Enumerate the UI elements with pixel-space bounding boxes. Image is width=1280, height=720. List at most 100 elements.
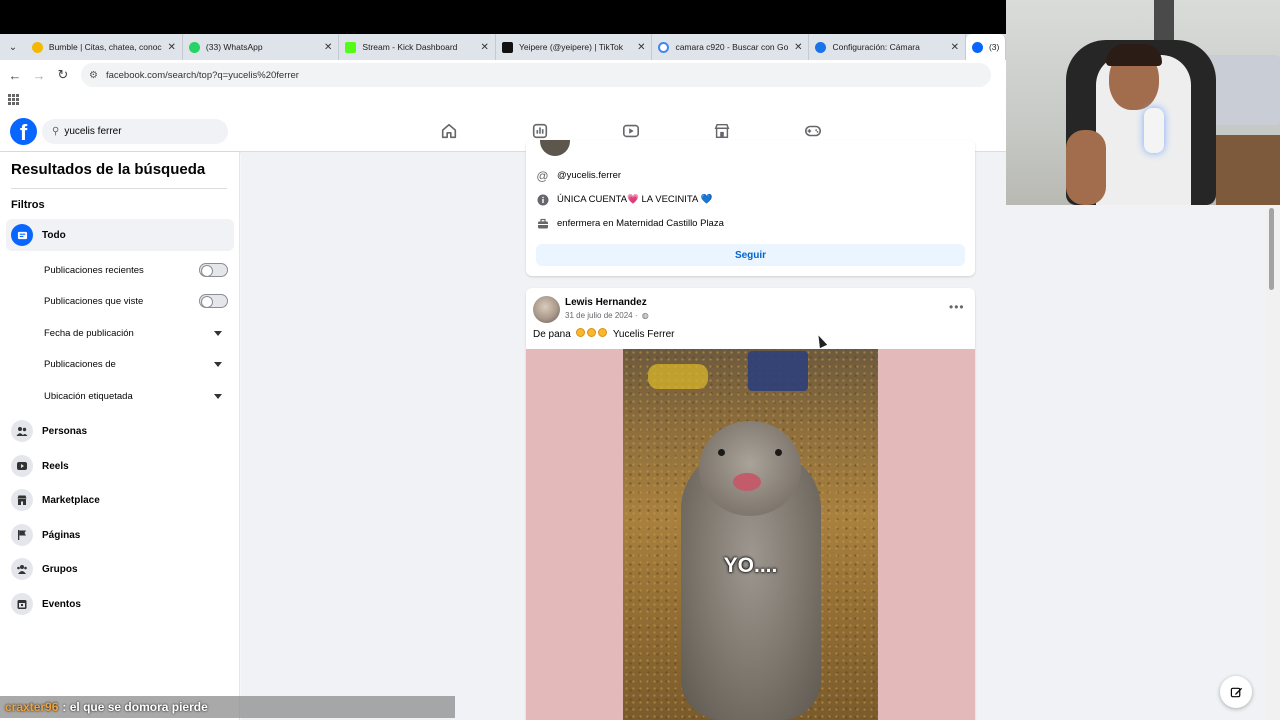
new-message-button[interactable]: [1220, 676, 1252, 708]
more-options-icon[interactable]: •••: [949, 300, 965, 314]
compose-icon: [1230, 687, 1242, 697]
search-input[interactable]: [64, 126, 215, 137]
tab-title: camara c920 - Buscar con Goo: [675, 42, 789, 52]
video-background-object: [648, 364, 708, 389]
category-label: Grupos: [42, 563, 78, 575]
profile-work-row: enfermera en Maternidad Castillo Plaza: [536, 217, 724, 230]
reels-icon: [11, 455, 33, 477]
post-card: Lewis Hernandez 31 de julio de 2024 · ◍ …: [526, 288, 975, 720]
filter-tagged-location[interactable]: Ubicación etiquetada: [44, 391, 133, 402]
home-icon[interactable]: [440, 122, 458, 140]
feeds-icon[interactable]: [531, 122, 549, 140]
chevron-down-icon[interactable]: [214, 394, 222, 399]
browser-tab-active[interactable]: (3) y: [965, 34, 1006, 60]
url-bar[interactable]: ⚙ facebook.com/search/top?q=yucelis%20fe…: [81, 63, 991, 87]
category-label: Personas: [42, 425, 88, 437]
screen: ⌄ Bumble | Citas, chatea, conoce ✕ (33) …: [0, 0, 1280, 720]
tagged-user[interactable]: Yucelis Ferrer: [613, 329, 675, 340]
category-people[interactable]: Personas: [11, 420, 231, 442]
forward-arrow-icon[interactable]: →: [27, 68, 51, 83]
scrollbar-thumb[interactable]: [1269, 208, 1274, 290]
marketplace-icon: [11, 489, 33, 511]
all-results-icon: [11, 224, 33, 246]
category-reels[interactable]: Reels: [11, 455, 231, 477]
category-label: Reels: [42, 460, 69, 472]
profile-result-card: @ @yucelis.ferrer ÚNICA CUENTA💗 LA VECIN…: [526, 140, 975, 276]
settings-gear-icon: [815, 41, 827, 53]
post-text: De pana Yucelis Ferrer: [533, 328, 675, 340]
prairie-dog-eye: [718, 449, 725, 456]
calendar-icon: [11, 593, 33, 615]
google-favicon-icon: [658, 41, 670, 53]
chevron-down-icon[interactable]: [214, 362, 222, 367]
people-icon: [11, 420, 33, 442]
profile-avatar[interactable]: [540, 140, 570, 156]
tab-close-icon[interactable]: ✕: [951, 42, 959, 53]
filter-date-posted[interactable]: Fecha de publicación: [44, 328, 134, 339]
category-pages[interactable]: Páginas: [11, 524, 231, 546]
tab-search-button[interactable]: ⌄: [0, 34, 26, 60]
author-avatar[interactable]: [533, 296, 560, 323]
tab-close-icon[interactable]: ✕: [637, 42, 645, 53]
seen-posts-toggle[interactable]: [199, 294, 228, 308]
category-label: Eventos: [42, 598, 81, 610]
heart-eyes-emoji-icon: [586, 328, 596, 337]
reload-icon[interactable]: ↻: [51, 67, 75, 83]
profile-handle-row: @ @yucelis.ferrer: [536, 168, 621, 183]
filter-all-label: Todo: [42, 229, 66, 241]
video-caption: YO....: [723, 554, 778, 577]
tab-title: Yeipere (@yeipere) | TikTok: [518, 42, 624, 52]
url-text[interactable]: facebook.com/search/top?q=yucelis%20ferr…: [106, 70, 299, 81]
tab-close-icon[interactable]: ✕: [794, 42, 802, 53]
video-icon[interactable]: [622, 122, 640, 140]
globe-icon: ◍: [641, 311, 649, 320]
at-sign-icon: @: [536, 168, 549, 183]
tab-close-icon[interactable]: ✕: [168, 42, 176, 53]
recent-posts-toggle[interactable]: [199, 263, 228, 277]
laughing-emoji-icon: [575, 328, 585, 337]
prairie-dog-head: [699, 421, 801, 516]
facebook-logo-icon[interactable]: f: [10, 118, 37, 145]
search-box[interactable]: ⚲: [42, 119, 228, 144]
video-frame[interactable]: YO....: [623, 349, 878, 720]
filter-all[interactable]: Todo: [6, 219, 234, 251]
follow-button[interactable]: Seguir: [536, 244, 965, 266]
heart-eyes-emoji-icon: [597, 328, 607, 337]
browser-tab[interactable]: Configuración: Cámara ✕: [809, 34, 966, 60]
profile-work: enfermera en Maternidad Castillo Plaza: [557, 218, 724, 229]
category-events[interactable]: Eventos: [11, 593, 231, 615]
filters-heading: Filtros: [11, 199, 45, 211]
filter-posts-from[interactable]: Publicaciones de: [44, 359, 116, 370]
profile-bio: ÚNICA CUENTA💗 LA VECINITA 💙: [557, 194, 713, 205]
page-title: Resultados de la búsqueda: [11, 161, 206, 178]
tiktok-favicon-icon: [501, 41, 513, 53]
post-date[interactable]: 31 de julio de 2024 · ◍: [565, 311, 649, 320]
chevron-down-icon[interactable]: [214, 331, 222, 336]
tab-close-icon[interactable]: ✕: [481, 42, 489, 53]
facebook-favicon-icon: [971, 41, 983, 53]
page-scrollbar[interactable]: [1266, 205, 1280, 720]
tab-close-icon[interactable]: ✕: [324, 42, 332, 53]
gaming-icon[interactable]: [804, 122, 822, 140]
post-author[interactable]: Lewis Hernandez: [565, 297, 647, 308]
category-groups[interactable]: Grupos: [11, 558, 231, 580]
profile-bio-row: ÚNICA CUENTA💗 LA VECINITA 💙: [536, 193, 712, 206]
category-label: Marketplace: [42, 494, 100, 506]
stream-chat-overlay: craxter96 : el que se domora pierde: [0, 696, 455, 718]
video-background-object: [748, 351, 808, 391]
webcam-overlay: [1006, 0, 1280, 205]
category-marketplace[interactable]: Marketplace: [11, 489, 231, 511]
browser-tab[interactable]: Stream - Kick Dashboard ✕: [339, 34, 496, 60]
groups-icon: [11, 558, 33, 580]
flag-icon: [11, 524, 33, 546]
site-info-icon[interactable]: ⚙: [89, 70, 98, 81]
apps-grid-icon[interactable]: [8, 94, 19, 105]
browser-tab[interactable]: Yeipere (@yeipere) | TikTok ✕: [496, 34, 653, 60]
browser-tab[interactable]: (33) WhatsApp ✕: [183, 34, 340, 60]
post-video-media[interactable]: YO....: [526, 349, 975, 720]
back-arrow-icon[interactable]: ←: [3, 68, 27, 83]
post-date-text: 31 de julio de 2024 ·: [565, 311, 638, 320]
browser-tab[interactable]: camara c920 - Buscar con Goo ✕: [652, 34, 810, 60]
browser-tab[interactable]: Bumble | Citas, chatea, conoce ✕: [26, 34, 183, 60]
marketplace-icon[interactable]: [713, 122, 731, 140]
